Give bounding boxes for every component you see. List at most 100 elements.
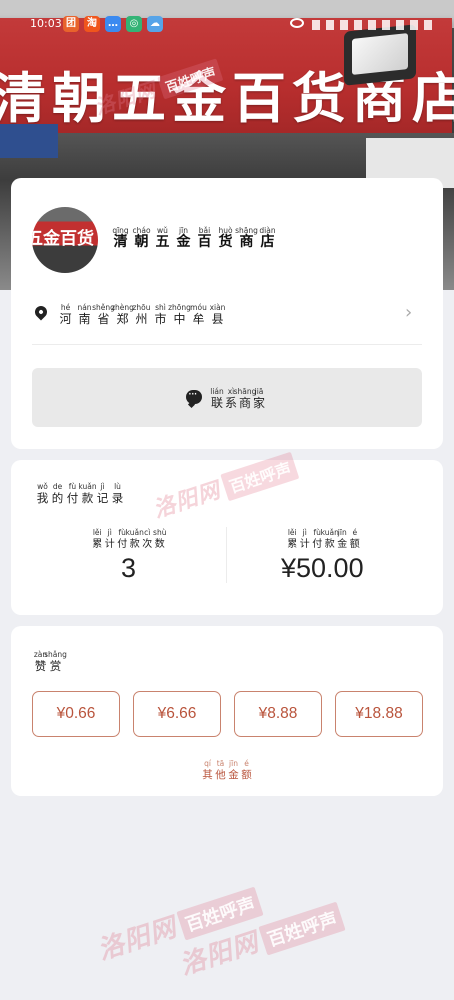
tip-amount-button[interactable]: ¥8.88 (234, 691, 322, 737)
hanzi: 付 (66, 491, 79, 505)
ruby-char: de 的 (50, 482, 65, 506)
contact-merchant-button[interactable]: lián联xì系shāng商jiā家 (32, 368, 422, 427)
status-time: 10:03 (30, 17, 62, 30)
pinyin: wǒ (37, 482, 48, 491)
hanzi: 累 (287, 539, 298, 550)
hanzi: 朝 (134, 234, 149, 250)
ruby-char: lěi 累 (286, 528, 299, 552)
total-payments-value: 3 (121, 553, 137, 583)
tip-amount-button[interactable]: ¥0.66 (32, 691, 120, 737)
total-amount-value: ¥50.00 (281, 553, 364, 583)
payment-record-title: wǒ 我 de 的 fù 付 kuǎn 款 jì 记 lù 录 (35, 482, 125, 506)
pinyin: jì (107, 528, 112, 537)
hanzi: 金 (337, 539, 348, 550)
shop-name: qīng 清 cháo 朝 wǔ 五 jīn 金 bǎi 百 huò 货 shāng 商 diàn 店 (110, 226, 278, 250)
ruby-char: cì 次 (141, 528, 154, 552)
ruby-char: qīng 清 (110, 226, 131, 250)
ruby-char: jì 计 (104, 528, 117, 552)
watermark: 洛阳网 百姓呼声 (174, 895, 346, 982)
chevron-left-icon: ‹ (20, 61, 31, 91)
ruby-char: lěi 累 (91, 528, 104, 552)
hanzi: 市 (154, 312, 167, 326)
ruby-char: jīn 金 (173, 226, 194, 250)
hanzi: 县 (211, 312, 224, 326)
ruby-char: jīn 金 (336, 528, 349, 552)
hanzi: 赞 (34, 659, 47, 673)
pinyin: lián (210, 387, 224, 396)
tip-amount-button[interactable]: ¥6.66 (133, 691, 221, 737)
hanzi: 中 (173, 312, 186, 326)
ruby-char: shāng 商 (234, 387, 257, 411)
hanzi: 牟 (192, 312, 205, 326)
hanzi: 记 (96, 491, 109, 505)
ruby-char: zhōu 州 (132, 303, 151, 327)
shop-avatar[interactable]: 五金百货 (32, 207, 98, 273)
divider (32, 344, 422, 345)
hanzi: 款 (81, 491, 94, 505)
pinyin: é (352, 528, 358, 537)
pinyin: tā (216, 759, 225, 768)
hanzi: 州 (135, 312, 148, 326)
hanzi: 付 (117, 539, 128, 550)
hanzi: 计 (104, 539, 115, 550)
ruby-char: é额 (349, 528, 362, 552)
back-button[interactable]: ‹ (20, 63, 40, 91)
hanzi: 商 (239, 234, 254, 250)
pinyin: móu (190, 303, 207, 312)
signal-icons (312, 20, 432, 30)
ruby-char: kuǎn 款 (321, 528, 339, 552)
ruby-char: móu 牟 (189, 303, 208, 327)
hanzi: 其 (202, 769, 213, 781)
ruby-char: tā 他 (214, 759, 227, 783)
ruby-char: zhōng 中 (168, 303, 191, 327)
hanzi: 的 (51, 491, 64, 505)
pinyin: hé (60, 303, 71, 312)
hanzi: 商 (238, 396, 251, 410)
hanzi: 他 (215, 769, 226, 781)
chat-bubble-icon (186, 387, 202, 404)
pinyin: nán (77, 303, 92, 312)
hanzi: 南 (78, 312, 91, 326)
hanzi: 次 (142, 539, 153, 550)
pinyin: de (52, 482, 63, 491)
ruby-char: wǒ 我 (35, 482, 50, 506)
hanzi: 联 (210, 396, 223, 410)
pinyin: zhèng (111, 303, 134, 312)
ruby-char: lián 联 (210, 387, 224, 411)
payment-record-card: wǒ 我 de 的 fù 付 kuǎn 款 jì 记 lù 录 lěi 累 jì 计 fù 付 kuǎn 款 cì 次 s… (11, 460, 443, 615)
hanzi: 郑 (116, 312, 129, 326)
pinyin: lěi (92, 528, 102, 537)
pinyin: zhōu (132, 303, 151, 312)
hanzi: 数 (154, 539, 165, 550)
app-icon-taobao: 淘 (84, 16, 100, 32)
pinyin: jīn (337, 528, 347, 537)
hanzi: 百 (197, 234, 212, 250)
ruby-char: huò 货 (215, 226, 236, 250)
shop-address[interactable]: hé 河 nán 南 shěng 省 zhèng 郑 zhōu 州 shì 市 zhōng 中 móu 牟 xi… (56, 303, 227, 327)
ruby-char: hé 河 (56, 303, 75, 327)
ruby-char: zhèng 郑 (111, 303, 134, 327)
tip-amount-button[interactable]: ¥18.88 (335, 691, 423, 737)
avatar-sign-text: 五金百货 (32, 229, 94, 249)
ruby-char: shǎng 赏 (44, 650, 67, 674)
pinyin: lù (114, 482, 121, 491)
ruby-char: qí 其 (201, 759, 214, 783)
ruby-char: xiàn 县 (208, 303, 227, 327)
ruby-char: shāng 商 (235, 226, 258, 250)
chevron-right-icon[interactable]: › (405, 302, 412, 323)
hanzi: 款 (129, 539, 140, 550)
pinyin: zhōng (168, 303, 191, 312)
tip-card: zàn 赞 shǎng 赏 ¥0.66 ¥6.66 ¥8.88 ¥18.88 qí 其 t… (11, 626, 443, 796)
pinyin: xiàn (209, 303, 226, 312)
hanzi: 货 (218, 234, 233, 250)
blue-sign (0, 124, 58, 158)
watermark: 洛阳网 百姓呼声 (92, 880, 264, 967)
contact-merchant-label: lián 联 xì 系 shāng 商 jiā 家 (210, 387, 266, 411)
hanzi: 店 (260, 234, 275, 250)
ruby-char: diàn 店 (257, 226, 278, 250)
hanzi: 我 (36, 491, 49, 505)
hanzi: 付 (312, 539, 323, 550)
hanzi: 赏 (49, 659, 62, 673)
stat-divider (226, 527, 227, 583)
other-amount-link[interactable]: qí 其 tā 他 jīn 金 é 额 (201, 759, 253, 783)
